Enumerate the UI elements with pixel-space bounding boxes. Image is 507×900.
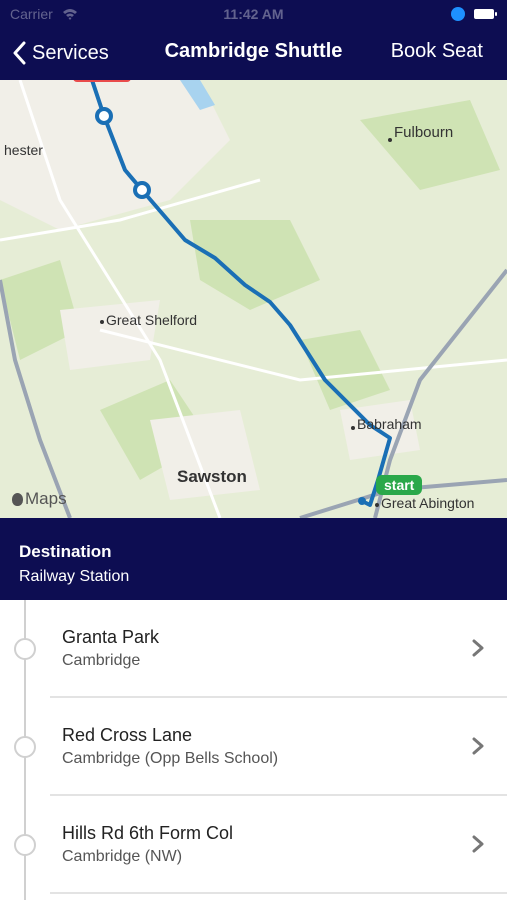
destination-panel: Destination Railway Station bbox=[0, 518, 507, 600]
route-stop-marker[interactable] bbox=[133, 181, 151, 199]
stop-circle-icon bbox=[14, 736, 36, 758]
status-time: 11:42 AM bbox=[223, 6, 284, 22]
stop-area: Cambridge (NW) bbox=[62, 848, 183, 865]
list-item[interactable]: Red Cross Lane Cambridge (Opp Bells Scho… bbox=[0, 698, 507, 796]
maps-attribution: Maps bbox=[12, 489, 67, 509]
book-seat-button[interactable]: Book Seat bbox=[391, 40, 483, 63]
map-canvas bbox=[0, 80, 507, 518]
place-label-great-shelford: Great Shelford bbox=[106, 312, 198, 328]
route-map[interactable]: Fulbourn hester Great Shelford Babraham … bbox=[0, 80, 507, 518]
chevron-right-icon bbox=[471, 835, 485, 853]
place-label-great-abington: Great Abington bbox=[381, 495, 475, 511]
stop-circle-icon bbox=[14, 834, 36, 856]
place-label-fulbourn: Fulbourn bbox=[394, 124, 454, 141]
stop-name: Hills Rd 6th Form Col bbox=[62, 823, 234, 843]
chevron-right-icon bbox=[471, 737, 485, 755]
list-item[interactable]: Hills Rd 6th Form Col Cambridge (NW) bbox=[0, 796, 507, 894]
place-label-babraham: Babraham bbox=[357, 416, 422, 432]
place-label-sawston: Sawston bbox=[177, 467, 247, 486]
destination-title: Destination bbox=[19, 542, 112, 561]
divider bbox=[50, 892, 507, 894]
maps-attribution-label: Maps bbox=[25, 489, 67, 508]
route-stop-marker[interactable] bbox=[95, 107, 113, 125]
start-marker[interactable]: start bbox=[376, 475, 423, 495]
place-label-chester: hester bbox=[4, 142, 43, 158]
end-marker[interactable] bbox=[73, 80, 131, 82]
destination-value: Railway Station bbox=[19, 568, 130, 585]
stop-circle-icon bbox=[14, 638, 36, 660]
stop-list: Granta Park Cambridge Red Cross Lane Cam… bbox=[0, 600, 507, 900]
battery-icon bbox=[474, 9, 497, 19]
navigation-bar: Carrier 11:42 AM Services Cambridge Shut… bbox=[0, 0, 507, 80]
chevron-right-icon bbox=[471, 639, 485, 657]
list-item[interactable]: Granta Park Cambridge bbox=[0, 600, 507, 698]
status-bar: Carrier 11:42 AM bbox=[0, 4, 507, 24]
stop-name: Red Cross Lane bbox=[62, 725, 193, 745]
stop-area: Cambridge (Opp Bells School) bbox=[62, 750, 279, 767]
route-start-dot bbox=[358, 497, 366, 505]
stop-area: Cambridge bbox=[62, 652, 141, 669]
stop-name: Granta Park bbox=[62, 627, 160, 647]
location-arrow-icon bbox=[451, 7, 465, 21]
apple-logo-icon bbox=[12, 492, 23, 506]
